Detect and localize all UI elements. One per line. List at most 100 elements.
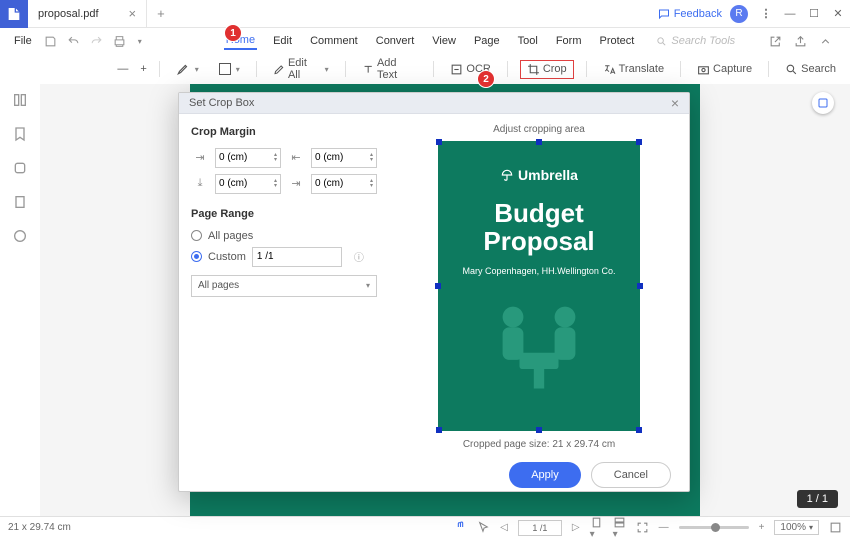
tab-protect[interactable]: Protect: [598, 33, 637, 49]
file-menu[interactable]: File: [8, 35, 38, 47]
custom-range-input[interactable]: [252, 247, 342, 267]
select-tool-icon[interactable]: [477, 521, 490, 534]
preview-title: Budget Proposal: [483, 199, 594, 256]
apply-button[interactable]: Apply: [509, 462, 581, 488]
close-icon[interactable]: ✕: [826, 4, 850, 24]
share-icon[interactable]: [794, 35, 807, 48]
view-continuous-icon[interactable]: ▾: [613, 516, 626, 540]
zoom-value[interactable]: 100%▾: [774, 520, 819, 535]
margin-top-input[interactable]: ▴▾: [215, 148, 281, 168]
crop-handle-br[interactable]: [636, 427, 642, 433]
add-text-label: Add Text: [377, 57, 418, 81]
open-external-icon[interactable]: [769, 35, 782, 48]
tab-form[interactable]: Form: [554, 33, 584, 49]
crop-handle-tl[interactable]: [436, 139, 442, 145]
edit-all-button[interactable]: Edit All▾: [269, 55, 333, 83]
crop-preview[interactable]: Umbrella Budget Proposal Mary Copenhagen…: [438, 141, 640, 431]
search-button[interactable]: Search: [781, 61, 840, 78]
margin-left-icon: ⇤: [287, 151, 305, 164]
translate-label: Translate: [619, 63, 664, 75]
feedback-label: Feedback: [674, 8, 722, 20]
tab-comment[interactable]: Comment: [308, 33, 360, 49]
margin-bottom-input[interactable]: ▴▾: [215, 174, 281, 194]
toolbar: — + ▾ ▾ Edit All▾ Add Text OCR Crop Tran…: [0, 54, 850, 84]
menubar: File ▾ Home Edit Comment Convert View Pa…: [0, 28, 850, 54]
page-indicator: 1 / 1: [797, 490, 838, 508]
cancel-button[interactable]: Cancel: [591, 462, 671, 488]
fullscreen-icon[interactable]: [636, 521, 649, 534]
feedback-button[interactable]: Feedback: [658, 8, 722, 20]
main-tabs: Home Edit Comment Convert View Page Tool…: [224, 32, 637, 50]
dialog-left-panel: Crop Margin ⇥ ▴▾ ⇤ ▴▾ ⤓ ▴▾ ⇥ ▴▾ Page Ran…: [179, 114, 389, 460]
zoom-out-icon[interactable]: —: [117, 63, 128, 75]
redo-icon[interactable]: [90, 35, 103, 48]
thumbnails-icon[interactable]: [12, 92, 28, 108]
margin-top-icon: ⇥: [191, 151, 209, 164]
tab-add-icon[interactable]: +: [147, 6, 175, 21]
page-range-select[interactable]: All pages ▾: [191, 275, 377, 297]
floating-action-icon[interactable]: [812, 92, 834, 114]
search-label: Search: [801, 63, 836, 75]
minimize-icon[interactable]: —: [778, 4, 802, 24]
undo-icon[interactable]: [67, 35, 80, 48]
view-single-icon[interactable]: ▾: [590, 516, 603, 540]
adjust-label: Adjust cropping area: [493, 124, 585, 135]
maximize-icon[interactable]: ☐: [802, 4, 826, 24]
highlighter-tool[interactable]: ▾: [172, 60, 203, 78]
page-range-heading: Page Range: [191, 208, 377, 220]
tab-close-icon[interactable]: ×: [129, 6, 137, 21]
chevron-down-icon: ▾: [366, 281, 370, 290]
margin-left-input[interactable]: ▴▾: [311, 148, 377, 168]
tab-view[interactable]: View: [430, 33, 458, 49]
layers-icon[interactable]: [12, 194, 28, 210]
translate-button[interactable]: Translate: [599, 61, 668, 78]
crop-button[interactable]: Crop: [520, 60, 574, 79]
bookmarks-icon[interactable]: [12, 126, 28, 142]
zoom-slider[interactable]: [679, 526, 749, 529]
tab-convert[interactable]: Convert: [374, 33, 417, 49]
user-avatar[interactable]: R: [730, 5, 748, 23]
chat-icon: [658, 8, 670, 20]
qa-dropdown-icon[interactable]: ▾: [138, 37, 142, 46]
crop-handle-ml[interactable]: [435, 283, 441, 289]
add-text-button[interactable]: Add Text: [358, 55, 422, 83]
collapse-ribbon-icon[interactable]: [819, 35, 832, 48]
print-icon[interactable]: [113, 35, 126, 48]
custom-label: Custom: [208, 251, 246, 263]
prev-page-icon[interactable]: ◁: [500, 522, 508, 533]
more-icon[interactable]: ⋮: [754, 4, 778, 24]
custom-range-radio[interactable]: Custom ⓘ: [191, 247, 377, 267]
save-icon[interactable]: [44, 35, 57, 48]
zoom-out-status-icon[interactable]: —: [659, 522, 669, 533]
tab-page[interactable]: Page: [472, 33, 502, 49]
info-icon[interactable]: ⓘ: [354, 249, 364, 264]
capture-label: Capture: [713, 63, 752, 75]
crop-handle-bl[interactable]: [436, 427, 442, 433]
next-page-icon[interactable]: ▷: [572, 522, 580, 533]
crop-handle-tr[interactable]: [636, 139, 642, 145]
crop-handle-tm[interactable]: [536, 139, 542, 145]
preview-illustration: [474, 288, 604, 398]
crop-margin-heading: Crop Margin: [191, 126, 377, 138]
shape-tool[interactable]: ▾: [215, 61, 244, 77]
tab-tool[interactable]: Tool: [516, 33, 540, 49]
attachments-icon[interactable]: [12, 160, 28, 176]
dialog-close-icon[interactable]: ×: [671, 95, 679, 111]
crop-handle-mr[interactable]: [637, 283, 643, 289]
margin-right-input[interactable]: ▴▾: [311, 174, 377, 194]
fit-page-icon[interactable]: [829, 521, 842, 534]
brand-logo: Umbrella: [500, 167, 578, 183]
titlebar: proposal.pdf × + Feedback R ⋮ — ☐ ✕: [0, 0, 850, 28]
app-logo: [0, 0, 28, 28]
search-tools-input[interactable]: Search Tools: [656, 35, 735, 47]
page-number-input[interactable]: 1 /1: [518, 520, 562, 536]
hand-tool-icon[interactable]: [454, 521, 467, 534]
all-pages-radio[interactable]: All pages: [191, 230, 377, 242]
document-tab[interactable]: proposal.pdf ×: [28, 0, 147, 28]
tab-edit[interactable]: Edit: [271, 33, 294, 49]
zoom-in-status-icon[interactable]: +: [759, 522, 765, 533]
capture-button[interactable]: Capture: [693, 61, 756, 78]
crop-handle-bm[interactable]: [536, 427, 542, 433]
comments-icon[interactable]: [12, 228, 28, 244]
zoom-in-icon[interactable]: +: [140, 63, 146, 75]
